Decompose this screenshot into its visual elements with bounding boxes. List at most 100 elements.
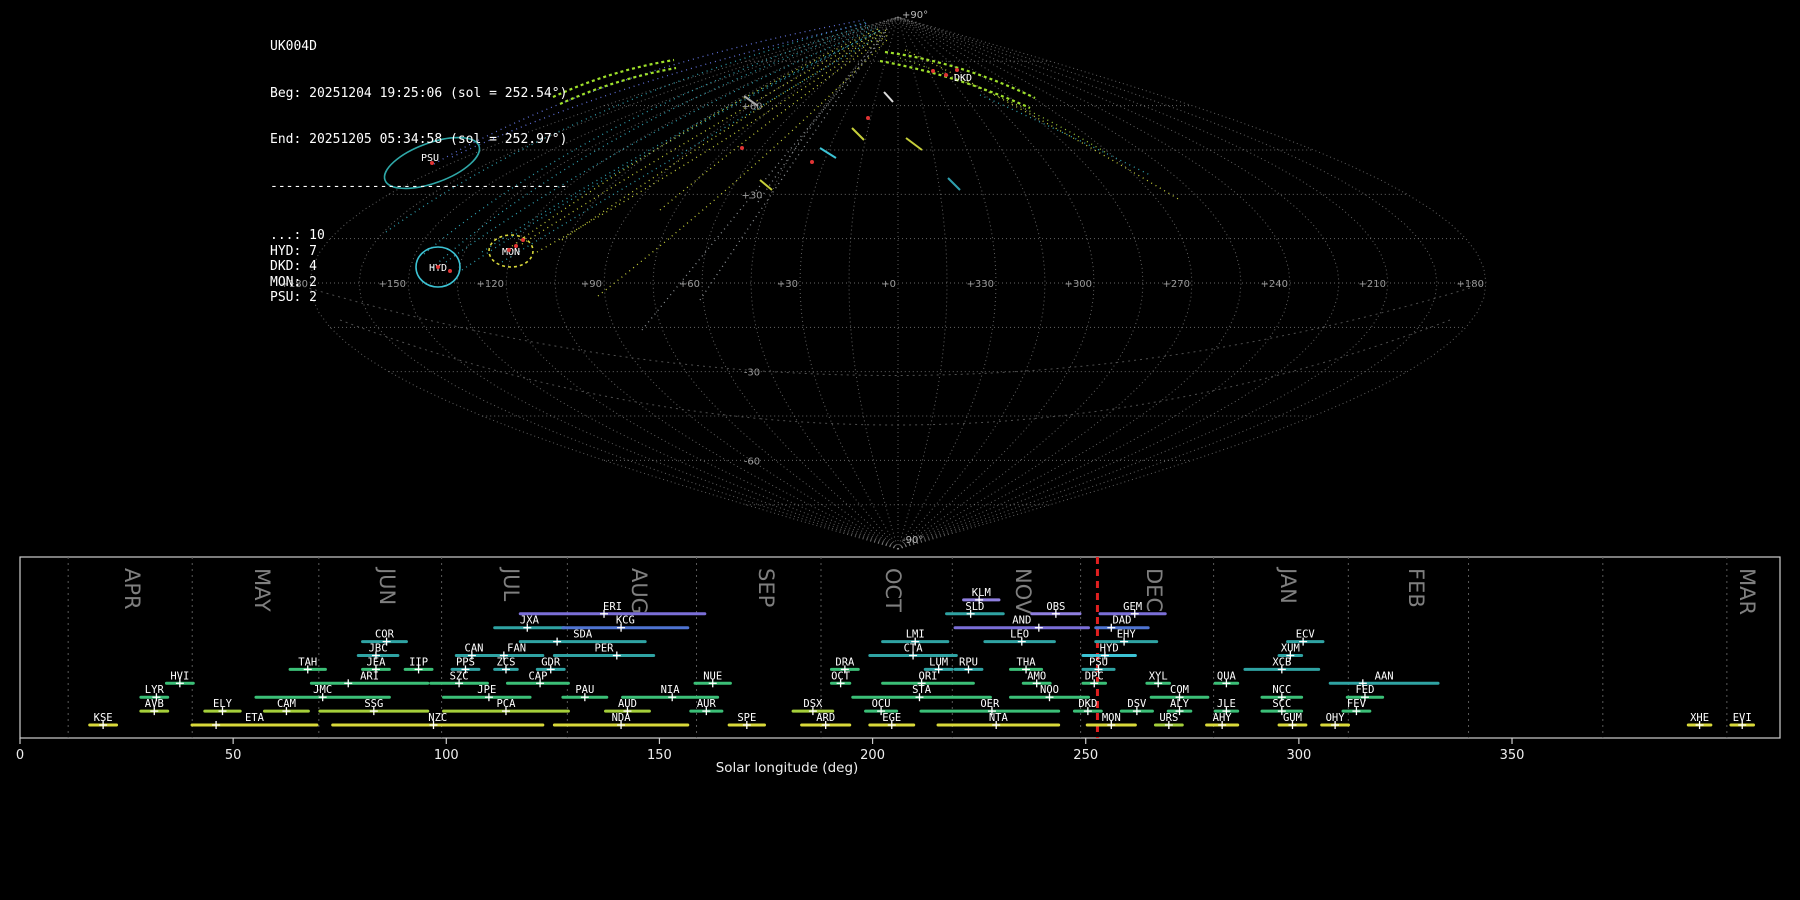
shower-code-label: TAH [298, 656, 317, 668]
longitude-label: +210 [1359, 279, 1386, 290]
shower-code-label: ECV [1296, 629, 1316, 641]
shower-code-label: SLD [965, 601, 984, 613]
shower-code-label: JBC [369, 643, 388, 655]
shower-qua: QUA [1213, 670, 1240, 688]
shower-per: PER [552, 643, 656, 660]
month-label-aug: AUG [627, 568, 651, 614]
shower-nzc: NZC [331, 712, 545, 729]
shower-xcb: XCB [1243, 656, 1321, 674]
radiant-label-dkd: DKD [954, 73, 972, 84]
shower-kse: KSE [88, 712, 119, 729]
drift-trail [979, 94, 1151, 176]
shower-code-label: DRA [835, 656, 855, 668]
shower-code-label: COM [1170, 684, 1189, 696]
shower-code-label: NCC [1272, 684, 1291, 696]
meridian-line [701, 16, 899, 550]
info-block: UK004D Beg: 20251204 19:25:06 (sol = 252… [270, 8, 567, 337]
shower-code-label: COR [375, 629, 395, 641]
month-label-sep: SEP [754, 568, 778, 607]
shower-dsv: DSV [1119, 698, 1154, 716]
month-label-feb: FEB [1404, 568, 1428, 608]
shower-code-label: OBS [1046, 601, 1065, 613]
shower-code-label: XHE [1690, 712, 1709, 724]
shower-rpu: RPU [953, 656, 984, 674]
shower-code-label: URS [1159, 712, 1178, 724]
shower-code-label: AAN [1375, 670, 1394, 682]
shower-avb: AVB [139, 698, 170, 716]
shower-ely: ELY [203, 698, 242, 716]
shower-code-label: ELY [213, 698, 233, 710]
month-label-dec: DEC [1142, 568, 1166, 612]
shower-code-label: NDA [612, 712, 632, 724]
meteor-segment [883, 91, 894, 103]
month-label-mar: MAR [1735, 568, 1759, 615]
shower-code-label: GUM [1283, 712, 1302, 724]
shower-ssg: SSG [318, 698, 430, 716]
meteor-dot [944, 73, 948, 77]
shower-code-label: XYL [1149, 670, 1168, 682]
meteor-segment [947, 177, 961, 191]
north-pole-label: +90° [902, 10, 928, 21]
info-count-line: ...: 10 [270, 228, 325, 243]
shower-code-label: SCC [1272, 698, 1291, 710]
shower-code-label: SSG [364, 698, 383, 710]
shower-code-label: HVI [170, 670, 189, 682]
shower-code-label: AUD [618, 698, 637, 710]
shower-code-label: CTA [904, 643, 924, 655]
shower-code-label: KLM [972, 587, 991, 599]
shower-code-label: ERI [603, 601, 622, 613]
shower-nue: NUE [693, 670, 732, 688]
month-label-jun: JUN [375, 566, 399, 605]
shower-code-label: CAN [465, 643, 484, 655]
shower-code-label: XCB [1272, 656, 1291, 668]
meteor-segment [905, 137, 923, 151]
shower-code-label: FED [1355, 684, 1374, 696]
month-label-oct: OCT [881, 568, 905, 612]
meteor-dot [955, 68, 959, 72]
shower-code-label: JLE [1217, 698, 1236, 710]
shower-gum: GUM [1277, 712, 1308, 729]
shower-code-label: DKD [1078, 698, 1097, 710]
meteor-dot [931, 69, 935, 73]
longitude-label: +270 [1163, 279, 1190, 290]
month-label-may: MAY [250, 568, 274, 612]
shower-code-label: GDR [541, 656, 561, 668]
longitude-label: +60 [679, 279, 700, 290]
shower-code-label: XUM [1281, 643, 1300, 655]
obs-end-line: End: 20251205 05:34:58 (sol = 252.97°) [270, 132, 568, 147]
info-counts: ...: 10 HYD: 7 DKD: 4 MON: 2 PSU: 2 [270, 228, 567, 306]
shower-jpe: JPE [442, 684, 532, 702]
shower-code-label: NTA [989, 712, 1009, 724]
shower-code-label: DAD [1112, 615, 1131, 627]
shower-evi: EVI [1729, 712, 1756, 729]
shower-code-label: NUE [703, 670, 722, 682]
south-pole-label: -90° [902, 535, 923, 546]
drift-trail [521, 29, 883, 245]
shower-code-label: JPE [477, 684, 496, 696]
shower-code-label: NIA [661, 684, 681, 696]
shower-cam: CAM [262, 698, 310, 716]
shower-nda: NDA [552, 712, 690, 729]
shower-code-label: PER [595, 643, 615, 655]
month-label-nov: NOV [1011, 568, 1035, 615]
radiant-arc [552, 58, 675, 99]
shower-code-label: AHY [1213, 712, 1233, 724]
month-label-jan: JAN [1276, 566, 1300, 604]
shower-code-label: JXA [520, 615, 540, 627]
shower-code-label: DSX [803, 698, 823, 710]
shower-code-label: ARI [360, 670, 379, 682]
drift-trail [561, 29, 887, 241]
longitude-label: +0 [881, 279, 896, 290]
shower-sld: SLD [945, 601, 1005, 618]
shower-code-label: LMI [906, 629, 925, 641]
shower-code-label: THA [1017, 656, 1037, 668]
shower-ahy: AHY [1205, 712, 1240, 729]
shower-iip: IIP [403, 656, 434, 674]
info-count-line: PSU: 2 [270, 290, 317, 305]
month-label-jul: JUL [499, 566, 523, 602]
shower-leo: LEO [983, 629, 1056, 646]
shower-code-label: CAP [528, 670, 547, 682]
drift-trail [597, 39, 888, 297]
shower-code-label: SDA [573, 629, 593, 641]
shower-hvi: HVI [164, 670, 195, 688]
